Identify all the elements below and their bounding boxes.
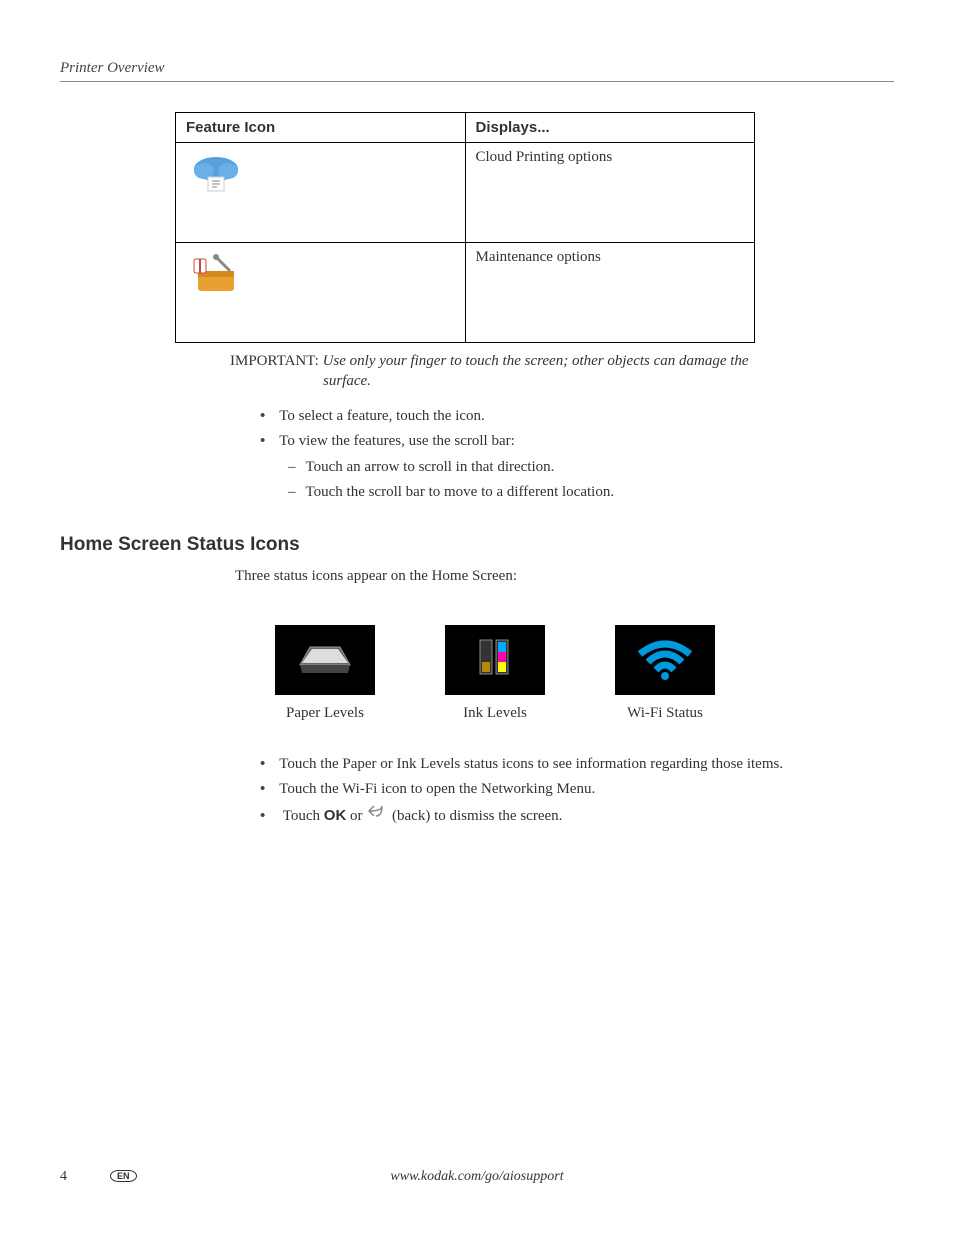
table-header-feature-icon: Feature Icon bbox=[176, 113, 466, 143]
list-item-text: To view the features, use the scroll bar… bbox=[279, 433, 515, 449]
status-label: Ink Levels bbox=[445, 705, 545, 722]
status-label: Wi-Fi Status bbox=[615, 705, 715, 722]
status-icon-wifi: Wi-Fi Status bbox=[615, 625, 715, 722]
table-row: Cloud Printing options bbox=[176, 143, 755, 243]
page-number: 4 bbox=[60, 1169, 67, 1185]
status-icon-ink: Ink Levels bbox=[445, 625, 545, 722]
instruction-list-1: To select a feature, touch the icon. To … bbox=[260, 404, 894, 506]
list-item: Touch the Wi-Fi icon to open the Network… bbox=[260, 777, 894, 803]
list-item-text: Touch bbox=[283, 808, 324, 824]
wifi-icon bbox=[630, 632, 700, 687]
page-header: Printer Overview bbox=[60, 60, 894, 82]
feature-icon-table: Feature Icon Displays... Cloud Printing … bbox=[175, 112, 755, 343]
list-item: Touch OK or (back) to dismiss the screen… bbox=[260, 803, 894, 830]
status-icon-paper: Paper Levels bbox=[275, 625, 375, 722]
list-item-text: (back) to dismiss the screen. bbox=[388, 808, 562, 824]
list-item: Touch the Paper or Ink Levels status ico… bbox=[260, 752, 894, 778]
table-cell-displays: Maintenance options bbox=[465, 243, 755, 343]
footer-url: www.kodak.com/go/aiosupport bbox=[60, 1169, 894, 1185]
important-label: IMPORTANT: bbox=[230, 353, 319, 369]
toolbox-icon bbox=[186, 249, 246, 304]
important-note: IMPORTANT: Use only your finger to touch… bbox=[230, 351, 894, 392]
status-label: Paper Levels bbox=[275, 705, 375, 722]
back-icon bbox=[366, 803, 388, 829]
list-item: To view the features, use the scroll bar… bbox=[260, 429, 894, 506]
ink-cartridge-icon bbox=[470, 632, 520, 687]
table-row: Maintenance options bbox=[176, 243, 755, 343]
instruction-list-2: Touch the Paper or Ink Levels status ico… bbox=[260, 752, 894, 830]
language-badge: EN bbox=[110, 1170, 137, 1182]
important-text-cont: surface. bbox=[323, 371, 894, 391]
list-item-text: or bbox=[346, 808, 366, 824]
page-footer: 4 EN www.kodak.com/go/aiosupport bbox=[60, 1169, 894, 1185]
sub-list-item: Touch an arrow to scroll in that directi… bbox=[288, 455, 894, 481]
important-text: Use only your finger to touch the screen… bbox=[323, 353, 749, 369]
ok-label: OK bbox=[324, 807, 347, 824]
list-item: To select a feature, touch the icon. bbox=[260, 404, 894, 430]
paper-tray-icon bbox=[290, 635, 360, 685]
cloud-print-icon bbox=[186, 149, 246, 204]
section-intro: Three status icons appear on the Home Sc… bbox=[235, 568, 894, 585]
sub-list-item: Touch the scroll bar to move to a differ… bbox=[288, 480, 894, 506]
section-heading-status-icons: Home Screen Status Icons bbox=[60, 534, 894, 556]
table-cell-displays: Cloud Printing options bbox=[465, 143, 755, 243]
table-header-displays: Displays... bbox=[465, 113, 755, 143]
status-icons-row: Paper Levels Ink Levels bbox=[275, 625, 894, 722]
